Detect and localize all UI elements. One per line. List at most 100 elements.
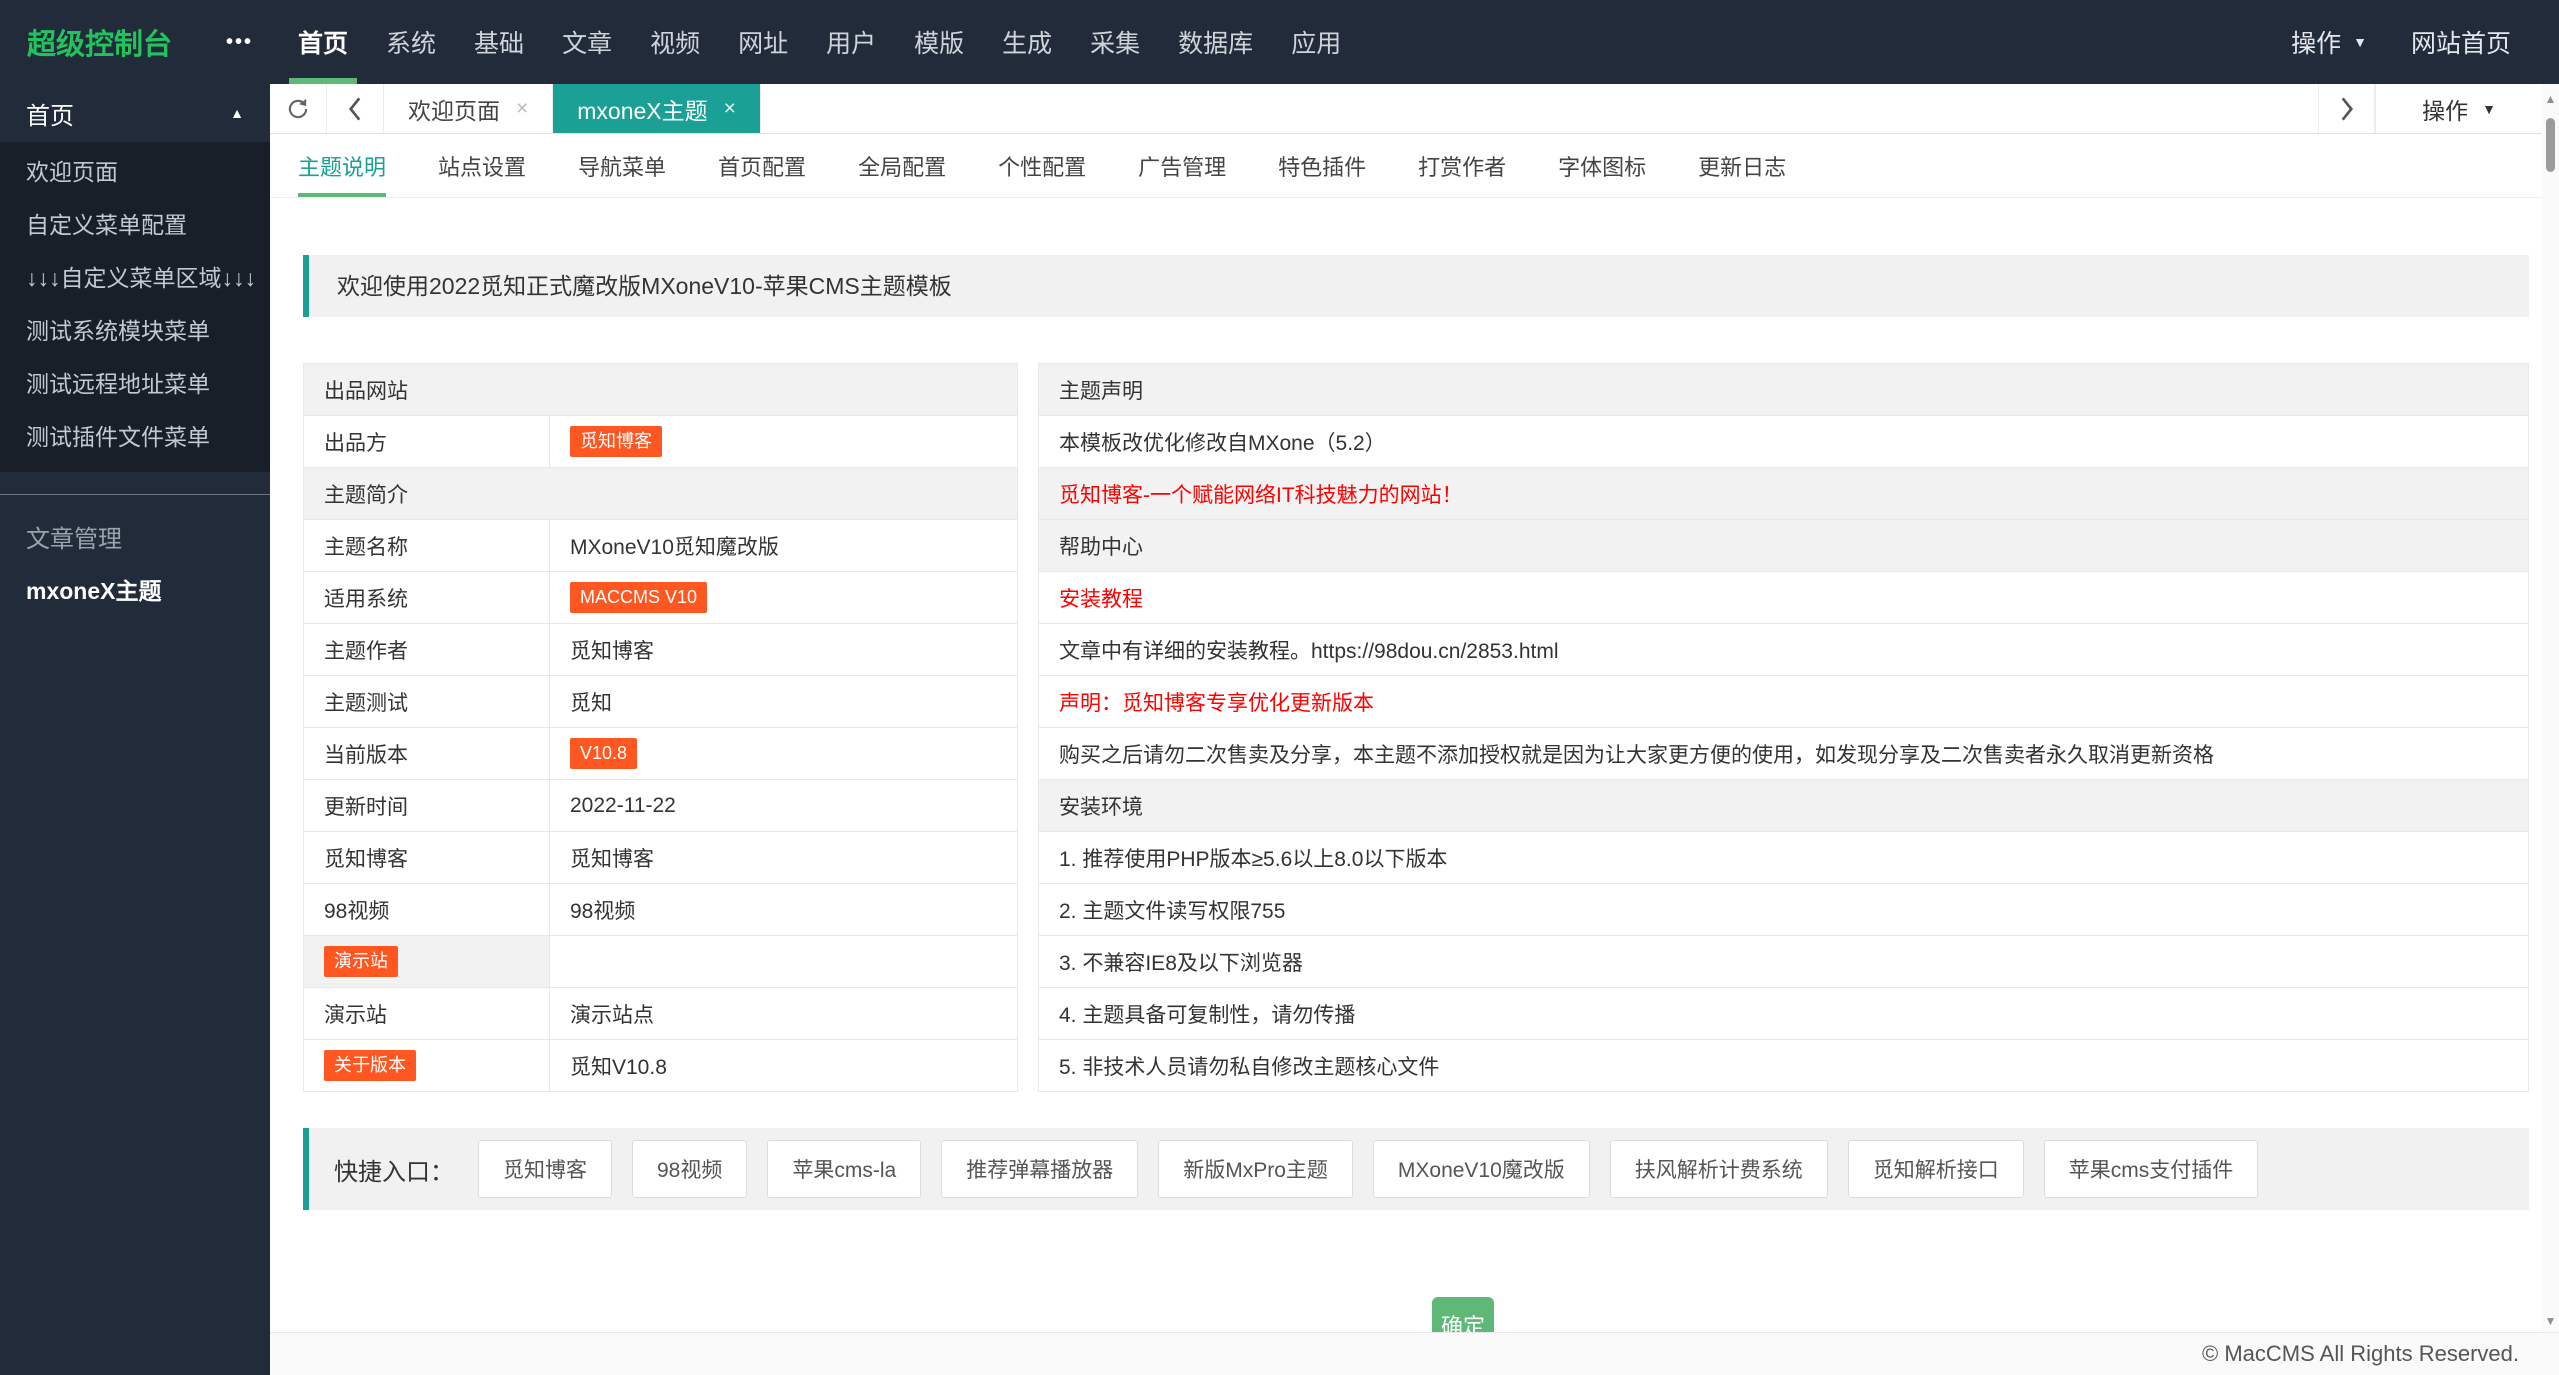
sidebar-section-article[interactable]: 文章管理 — [0, 507, 270, 565]
quick-link-maccms-la[interactable]: 苹果cms-la — [767, 1140, 922, 1198]
row-value: 演示站点 — [549, 987, 1018, 1040]
subtab-site-settings[interactable]: 站点设置 — [438, 134, 526, 197]
chevron-right-icon — [2341, 96, 2353, 121]
sidebar-collapse-icon[interactable]: ••• — [226, 31, 253, 54]
sidebar-item-test-system-module[interactable]: 测试系统模块菜单 — [0, 305, 270, 358]
row-label: 主题名称 — [303, 519, 550, 572]
scroll-down-icon[interactable]: ▼ — [2545, 1314, 2557, 1328]
top-nav-basic[interactable]: 基础 — [455, 0, 543, 84]
quick-link-danmu-player[interactable]: 推荐弹幕播放器 — [941, 1140, 1139, 1198]
caret-down-icon: ▼ — [2482, 100, 2496, 117]
table-row: 适用系统 MACCMS V10 — [303, 571, 1018, 624]
row-label: 出品方 — [303, 415, 550, 468]
top-nav-app[interactable]: 应用 — [1272, 0, 1360, 84]
refresh-button[interactable] — [270, 84, 327, 133]
top-nav: 首页 系统 基础 文章 视频 网址 用户 模版 生成 采集 数据库 应用 — [279, 0, 1360, 84]
tab-mxonex-theme-label: mxoneX主题 — [577, 97, 708, 124]
top-nav-generate[interactable]: 生成 — [983, 0, 1071, 84]
quick-link-mizhi-parse-api[interactable]: 觅知解析接口 — [1847, 1140, 2024, 1198]
note-cell: 4. 主题具备可复制性，请勿传播 — [1038, 987, 2529, 1040]
topbar-right: 操作 ▼ 网站首页 — [2291, 24, 2559, 60]
sidebar: 首页 ▲ 欢迎页面 自定义菜单配置 ↓↓↓自定义菜单区域↓↓↓ 测试系统模块菜单… — [0, 84, 270, 1375]
row-label: 当前版本 — [303, 727, 550, 780]
subtab-reward-author[interactable]: 打赏作者 — [1418, 134, 1506, 197]
note-cell: 帮助中心 — [1038, 519, 2529, 572]
subtab-ad-management[interactable]: 广告管理 — [1138, 134, 1226, 197]
close-icon[interactable]: × — [724, 97, 736, 121]
note-cell: 5. 非技术人员请勿私自修改主题核心文件 — [1038, 1039, 2529, 1092]
row-value: 98视频 — [549, 883, 1018, 936]
table-row: 主题名称 MXoneV10觅知魔改版 — [303, 519, 1018, 572]
scrollbar-thumb[interactable] — [2546, 118, 2555, 172]
top-nav-system[interactable]: 系统 — [367, 0, 455, 84]
subtab-personal-config[interactable]: 个性配置 — [998, 134, 1086, 197]
table-row: 本模板改优化修改自MXone（5.2） — [1038, 415, 2529, 468]
row-label: 关于版本 — [303, 1039, 550, 1092]
about-version-badge: 关于版本 — [324, 1050, 416, 1081]
section-label: 主题简介 — [303, 467, 1018, 520]
tab-welcome[interactable]: 欢迎页面 × — [384, 84, 554, 133]
sidebar-home-submenu: 欢迎页面 自定义菜单配置 ↓↓↓自定义菜单区域↓↓↓ 测试系统模块菜单 测试远程… — [0, 142, 270, 472]
top-nav-video[interactable]: 视频 — [631, 0, 719, 84]
chevron-left-icon — [348, 96, 361, 121]
tab-bar: 欢迎页面 × mxoneX主题 × 操作 ▼ — [270, 84, 2559, 134]
top-nav-template[interactable]: 模版 — [895, 0, 983, 84]
vertical-scrollbar[interactable]: ▲ ▼ — [2542, 84, 2559, 1332]
table-row: 声明：觅知博客专享优化更新版本 — [1038, 675, 2529, 728]
close-icon[interactable]: × — [516, 97, 528, 121]
site-home-link[interactable]: 网站首页 — [2411, 24, 2511, 60]
subtab-home-config[interactable]: 首页配置 — [718, 134, 806, 197]
sidebar-section-home[interactable]: 首页 ▲ — [0, 84, 270, 142]
top-nav-user[interactable]: 用户 — [807, 0, 895, 84]
quick-link-mizhi-blog[interactable]: 觅知博客 — [478, 1140, 612, 1198]
quick-links-bar: 快捷入口： 觅知博客 98视频 苹果cms-la 推荐弹幕播放器 新版MxPro… — [303, 1128, 2529, 1210]
quick-link-98video[interactable]: 98视频 — [632, 1140, 748, 1198]
footer-bar: © MacCMS All Rights Reserved. — [270, 1332, 2559, 1375]
tab-scroll-left-button[interactable] — [327, 84, 384, 133]
subtab-changelog[interactable]: 更新日志 — [1698, 134, 1786, 197]
note-cell: 声明：觅知博客专享优化更新版本 — [1038, 675, 2529, 728]
confirm-button[interactable]: 确定 — [1432, 1297, 1494, 1332]
quick-link-maccms-pay-plugin[interactable]: 苹果cms支付插件 — [2043, 1140, 2259, 1198]
table-row: 购买之后请勿二次售卖及分享，本主题不添加授权就是因为让大家更方便的使用，如发现分… — [1038, 727, 2529, 780]
sidebar-section-home-label: 首页 — [26, 102, 74, 130]
subtab-featured-plugins[interactable]: 特色插件 — [1278, 134, 1366, 197]
tab-scroll-right-button[interactable] — [2318, 84, 2376, 133]
subtab-font-icons[interactable]: 字体图标 — [1558, 134, 1646, 197]
table-row: 觅知博客 觅知博客 — [303, 831, 1018, 884]
sidebar-item-custom-menu-area[interactable]: ↓↓↓自定义菜单区域↓↓↓ — [0, 252, 270, 305]
row-value — [549, 935, 1018, 988]
app-brand[interactable]: 超级控制台 — [0, 21, 226, 63]
table-row: 3. 不兼容IE8及以下浏览器 — [1038, 935, 2529, 988]
table-row: 关于版本 觅知V10.8 — [303, 1039, 1018, 1092]
quick-link-fufeng-parse[interactable]: 扶风解析计费系统 — [1609, 1140, 1828, 1198]
top-nav-article[interactable]: 文章 — [543, 0, 631, 84]
table-row: 98视频 98视频 — [303, 883, 1018, 936]
subtab-nav-menu[interactable]: 导航菜单 — [578, 134, 666, 197]
sidebar-item-welcome[interactable]: 欢迎页面 — [0, 146, 270, 199]
top-nav-website[interactable]: 网址 — [719, 0, 807, 84]
quick-link-mxonev10-mod[interactable]: MXoneV10魔改版 — [1372, 1140, 1590, 1198]
top-nav-collect[interactable]: 采集 — [1071, 0, 1159, 84]
note-cell: 安装教程 — [1038, 571, 2529, 624]
sidebar-item-test-remote-url[interactable]: 测试远程地址菜单 — [0, 358, 270, 411]
tab-action-dropdown[interactable]: 操作 ▼ — [2375, 84, 2542, 133]
sidebar-item-mxonex-theme[interactable]: mxoneX主题 — [0, 565, 270, 618]
scroll-up-icon[interactable]: ▲ — [2545, 92, 2557, 106]
tab-mxonex-theme[interactable]: mxoneX主题 × — [553, 84, 761, 133]
top-nav-home[interactable]: 首页 — [279, 0, 367, 84]
top-nav-database[interactable]: 数据库 — [1159, 0, 1272, 84]
subtab-theme-description[interactable]: 主题说明 — [298, 134, 387, 197]
subtab-global-config[interactable]: 全局配置 — [858, 134, 946, 197]
row-value: 2022-11-22 — [549, 779, 1018, 832]
row-label: 主题测试 — [303, 675, 550, 728]
sidebar-item-test-plugin-file[interactable]: 测试插件文件菜单 — [0, 411, 270, 464]
copyright-text: © MacCMS All Rights Reserved. — [2202, 1341, 2519, 1366]
topbar-action-dropdown[interactable]: 操作 ▼ — [2291, 24, 2367, 60]
top-navbar: 超级控制台 ••• 首页 系统 基础 文章 视频 网址 用户 模版 生成 采集 … — [0, 0, 2559, 84]
sidebar-divider — [0, 494, 270, 495]
quick-link-mxpro-theme[interactable]: 新版MxPro主题 — [1158, 1140, 1353, 1198]
refresh-icon — [288, 98, 308, 118]
sidebar-item-custom-menu-config[interactable]: 自定义菜单配置 — [0, 199, 270, 252]
row-label: 98视频 — [303, 883, 550, 936]
